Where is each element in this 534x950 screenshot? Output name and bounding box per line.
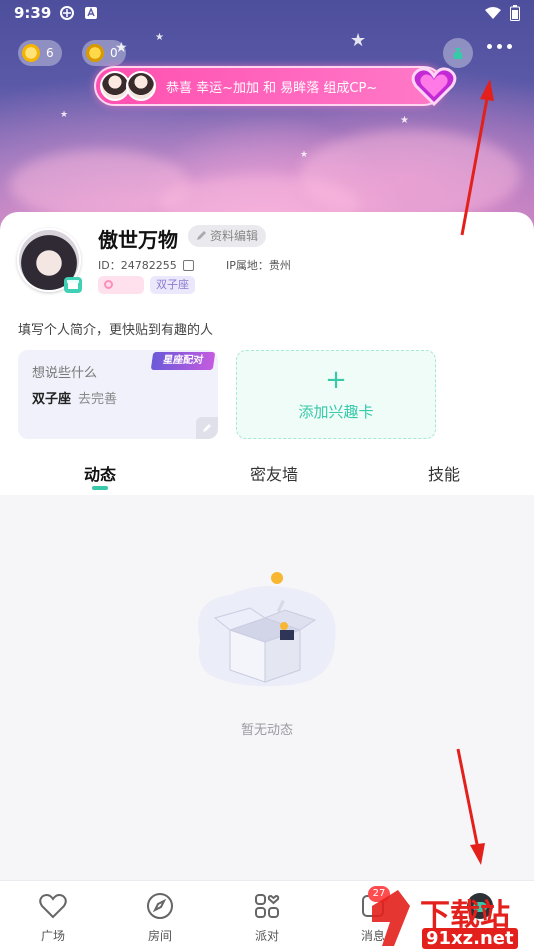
edit-card-button[interactable]	[196, 417, 218, 439]
female-icon	[104, 280, 113, 289]
status-indicators	[484, 5, 520, 21]
complete-link[interactable]: 去完善	[78, 388, 117, 407]
tab-moments[interactable]: 动态	[84, 461, 116, 485]
nav-item-square[interactable]: 广场	[23, 891, 83, 944]
status-bar: 9:39	[0, 0, 534, 28]
edit-profile-label: 资料编辑	[210, 229, 259, 243]
site-watermark: 下载站 91xz.net	[364, 886, 534, 950]
zodiac-interest-card[interactable]: 想说些什么 双子座 去完善 星座配对	[18, 350, 218, 439]
battery-icon	[510, 5, 520, 21]
cp-announcement-banner[interactable]: 恭喜 幸运~加加 和 易眸落 组成CP~	[94, 66, 457, 107]
user-id-text: ID：24782255	[98, 259, 177, 272]
tab-indicator	[92, 486, 108, 490]
app-notification-icon	[85, 7, 97, 19]
add-interest-card-button[interactable]: + 添加兴趣卡	[236, 350, 436, 439]
more-options-button[interactable]	[487, 44, 512, 49]
avatar	[126, 71, 156, 101]
heart-icon	[39, 894, 67, 919]
money-bag-icon	[453, 48, 463, 59]
copy-icon[interactable]	[182, 259, 194, 271]
flower-icon	[22, 44, 40, 62]
bio-prompt[interactable]: 填写个人简介，更快贴到有趣的人	[18, 319, 213, 338]
cp-banner-text: 恭喜 幸运~加加 和 易眸落 组成CP~	[166, 80, 378, 96]
pen-icon	[203, 424, 211, 432]
tab-friend-wall[interactable]: 密友墙	[250, 461, 298, 485]
heart-icon	[408, 60, 460, 112]
flower-counter[interactable]: 6	[18, 40, 62, 66]
tab-skills[interactable]: 技能	[428, 461, 460, 485]
star-decoration: ★	[155, 32, 164, 43]
compass-icon	[147, 893, 173, 919]
empty-box-illustration	[198, 572, 336, 687]
profile-header-background: ★ ★ ★ ★ ★ ★	[0, 0, 534, 240]
zodiac-tag: 双子座	[150, 276, 195, 294]
grid-icon	[255, 894, 280, 918]
pen-icon	[197, 231, 206, 240]
star-decoration: ★	[400, 115, 409, 126]
user-id: ID：24782255	[98, 257, 194, 273]
empty-state-text: 暂无动态	[240, 723, 293, 738]
nickname: 傲世万物	[98, 228, 178, 252]
wifi-icon	[485, 7, 501, 19]
coin-counter[interactable]: 0	[82, 40, 126, 66]
star-decoration: ★	[60, 110, 69, 120]
nav-label: 房间	[147, 929, 172, 943]
ip-location: IP属地：贵州	[226, 259, 291, 272]
nav-item-party[interactable]: 派对	[237, 891, 297, 944]
interest-prompt: 想说些什么	[32, 366, 98, 381]
coin-count: 0	[110, 46, 118, 60]
interest-zodiac: 双子座	[32, 392, 72, 407]
coin-icon	[86, 44, 104, 62]
flower-count: 6	[46, 46, 54, 60]
shop-icon	[64, 277, 82, 293]
gender-tag	[98, 276, 144, 294]
watermark-url: 91xz.net	[422, 928, 518, 949]
nav-label: 广场	[40, 929, 65, 943]
zodiac-match-sticker: 星座配对	[150, 352, 216, 370]
nav-label: 派对	[254, 929, 279, 943]
plus-icon: +	[325, 365, 347, 395]
app-notification-icon	[60, 6, 74, 20]
profile-tabs: 动态 密友墙 技能	[0, 455, 534, 495]
add-interest-label: 添加兴趣卡	[298, 403, 374, 421]
status-time: 9:39	[14, 4, 52, 22]
star-decoration: ★	[350, 30, 367, 51]
nav-item-rooms[interactable]: 房间	[130, 891, 190, 944]
annotation-arrow	[456, 748, 485, 865]
edit-profile-button[interactable]: 资料编辑	[188, 225, 267, 247]
